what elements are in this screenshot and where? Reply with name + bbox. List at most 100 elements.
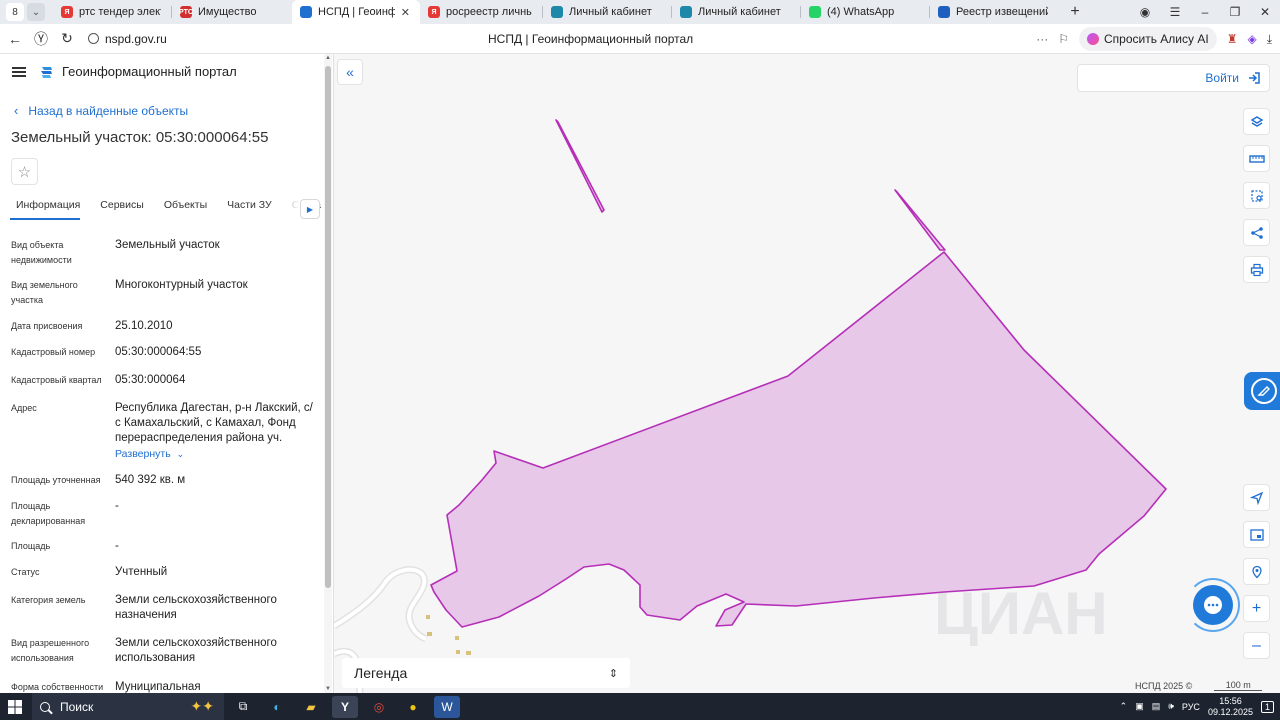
extension-icon-2[interactable]: ◈ [1247, 32, 1256, 46]
browser-tab[interactable]: НСПД | Геоинформаци ✕ [292, 0, 420, 24]
browser-tab[interactable]: Личный кабинет [672, 0, 800, 24]
login-button[interactable]: Войти [1077, 64, 1270, 92]
more-icon[interactable]: ··· [1036, 32, 1048, 46]
collapse-panel-button[interactable]: « [337, 59, 363, 85]
scroll-up-arrow-icon[interactable]: ▲ [324, 55, 332, 61]
object-info-panel: Геоинформационный портал ‹ Назад в найде… [0, 54, 334, 693]
browser-tab[interactable]: Личный кабинет [543, 0, 671, 24]
download-icon[interactable]: ⤓ [1267, 32, 1272, 47]
file-explorer-icon[interactable]: ▰ [298, 696, 324, 718]
map-building [455, 636, 459, 640]
address-text: Республика Дагестан, р-н Лакский, с/с Ка… [115, 402, 313, 444]
url-text: nspd.gov.ru [105, 31, 167, 46]
ask-alice-label: Спросить Алису AI [1104, 32, 1209, 46]
tab-favicon-icon [809, 6, 821, 18]
back-arrow-icon[interactable]: ← [2, 31, 28, 47]
taskbar-search[interactable]: Поиск ✦✦ [32, 693, 224, 720]
scrollbar-thumb[interactable] [325, 66, 331, 588]
tab-objects[interactable]: Объекты [154, 194, 217, 220]
ask-alice-button[interactable]: Спросить Алису AI [1079, 27, 1217, 51]
tab-counter[interactable]: 8 [6, 3, 24, 21]
minimap-button[interactable] [1243, 521, 1270, 548]
browser-tab[interactable]: Реестр извещений [930, 0, 1058, 24]
print-button[interactable] [1243, 256, 1270, 283]
task-view-icon[interactable]: ⧉ [230, 696, 256, 718]
chrome-icon[interactable]: ● [400, 696, 426, 718]
map-road-inner [334, 567, 427, 641]
map-canvas[interactable]: ЦИАН « Войти + – Легенда ⇕ НСПД 2025 © 1… [334, 54, 1280, 693]
start-button[interactable] [0, 699, 30, 714]
map-building [466, 651, 471, 655]
ruler-icon [1248, 154, 1265, 163]
parcel-contour-small[interactable] [555, 119, 605, 213]
tab-information[interactable]: Информация [10, 194, 81, 220]
map-scale-bar: 100 m [1214, 681, 1263, 691]
select-area-button[interactable] [1243, 182, 1270, 209]
network-icon[interactable]: ▤ [1152, 701, 1161, 712]
reload-icon[interactable]: ↻ [54, 30, 80, 47]
menu-icon[interactable]: ☰ [1160, 5, 1190, 19]
app-icon[interactable]: ◎ [366, 696, 392, 718]
word-icon[interactable]: W [434, 695, 460, 718]
feedback-tab-button[interactable] [1244, 372, 1280, 410]
extension-icon[interactable]: ♜ [1227, 32, 1238, 46]
browser-tab[interactable]: Яросреестр личный каби [420, 0, 542, 24]
clock[interactable]: 15:56 09.12.2025 [1208, 696, 1253, 718]
browser-tab[interactable]: Яртс тендер электронная [53, 0, 171, 24]
scroll-down-arrow-icon[interactable]: ▼ [324, 686, 332, 692]
windows-logo-icon [8, 699, 22, 714]
layers-button[interactable] [1243, 108, 1270, 135]
zoom-out-button[interactable]: – [1243, 632, 1270, 659]
parcel-contour-strip[interactable] [894, 189, 946, 251]
yandex-browser-icon[interactable]: Y [332, 695, 358, 718]
chat-assistant-button[interactable] [1186, 578, 1240, 632]
zoom-in-button[interactable]: + [1243, 595, 1270, 622]
tabs-scroll-right-button[interactable]: ▶ [300, 199, 320, 219]
edge-icon[interactable]: ◐ [264, 696, 290, 718]
panel-header: Геоинформационный портал [12, 64, 237, 79]
tab-services[interactable]: Сервисы [90, 194, 154, 220]
tab-title: росреестр личный каби [446, 6, 532, 18]
chevron-left-icon: ‹ [14, 103, 19, 118]
hamburger-menu-icon[interactable] [12, 66, 26, 77]
close-tab-icon[interactable]: ✕ [401, 6, 410, 19]
taskbar-apps: ⧉ ◐ ▰ Y ◎ ● W [230, 695, 460, 718]
site-info-icon[interactable] [88, 33, 99, 44]
chevron-up-icon[interactable]: ⌃ [1120, 701, 1128, 712]
minimize-button[interactable]: – [1190, 5, 1220, 19]
chevron-down-icon: ⌄ [176, 449, 185, 459]
favorite-button[interactable]: ☆ [11, 158, 38, 185]
star-icon: ☆ [17, 163, 32, 181]
back-to-results-link[interactable]: ‹ Назад в найденные объекты [14, 103, 188, 118]
url-field[interactable]: nspd.gov.ru [88, 32, 167, 46]
legend-toggle[interactable]: Легенда ⇕ [342, 658, 630, 688]
language-indicator[interactable]: РУС [1182, 702, 1200, 712]
page-title-center: НСПД | Геоинформационный портал [488, 32, 694, 46]
geolocation-button[interactable] [1243, 558, 1270, 585]
windows-taskbar: Поиск ✦✦ ⧉ ◐ ▰ Y ◎ ● W ⌃ ▣ ▤ 🕪 РУС 15:56… [0, 693, 1280, 720]
chevron-down-icon[interactable]: ⌄ [27, 3, 45, 21]
volume-icon[interactable]: 🕪 [1168, 701, 1174, 712]
yandex-icon[interactable]: Ⓨ [28, 29, 54, 49]
share-button[interactable] [1243, 219, 1270, 246]
profile-icon[interactable]: ◉ [1130, 5, 1160, 19]
bookmark-icon[interactable]: ⚐ [1058, 32, 1069, 46]
feedback-icon [1251, 378, 1277, 404]
parcel-contour-main[interactable] [430, 251, 1167, 628]
notification-icon[interactable]: 1 [1260, 700, 1274, 713]
tray-app-icon[interactable]: ▣ [1135, 701, 1144, 712]
chat-icon [1193, 585, 1233, 625]
property-key: Вид объекта недвижимости [11, 240, 72, 265]
close-window-button[interactable]: ✕ [1250, 5, 1280, 19]
map-footer: НСПД 2025 © 100 m [1135, 681, 1263, 691]
property-key: Вид разрешенного использования [11, 638, 90, 663]
measure-button[interactable] [1243, 145, 1270, 172]
panel-scrollbar[interactable]: ▲ ▼ [324, 54, 332, 693]
browser-tab[interactable]: (4) WhatsApp [801, 0, 929, 24]
new-tab-button[interactable]: + [1064, 1, 1086, 23]
restore-button[interactable]: ❐ [1220, 5, 1250, 19]
locate-button[interactable] [1243, 484, 1270, 511]
expand-address-link[interactable]: Развернуть ⌄ [115, 447, 184, 462]
browser-tab[interactable]: РТС Имущество [172, 0, 292, 24]
select-area-icon [1250, 189, 1263, 202]
